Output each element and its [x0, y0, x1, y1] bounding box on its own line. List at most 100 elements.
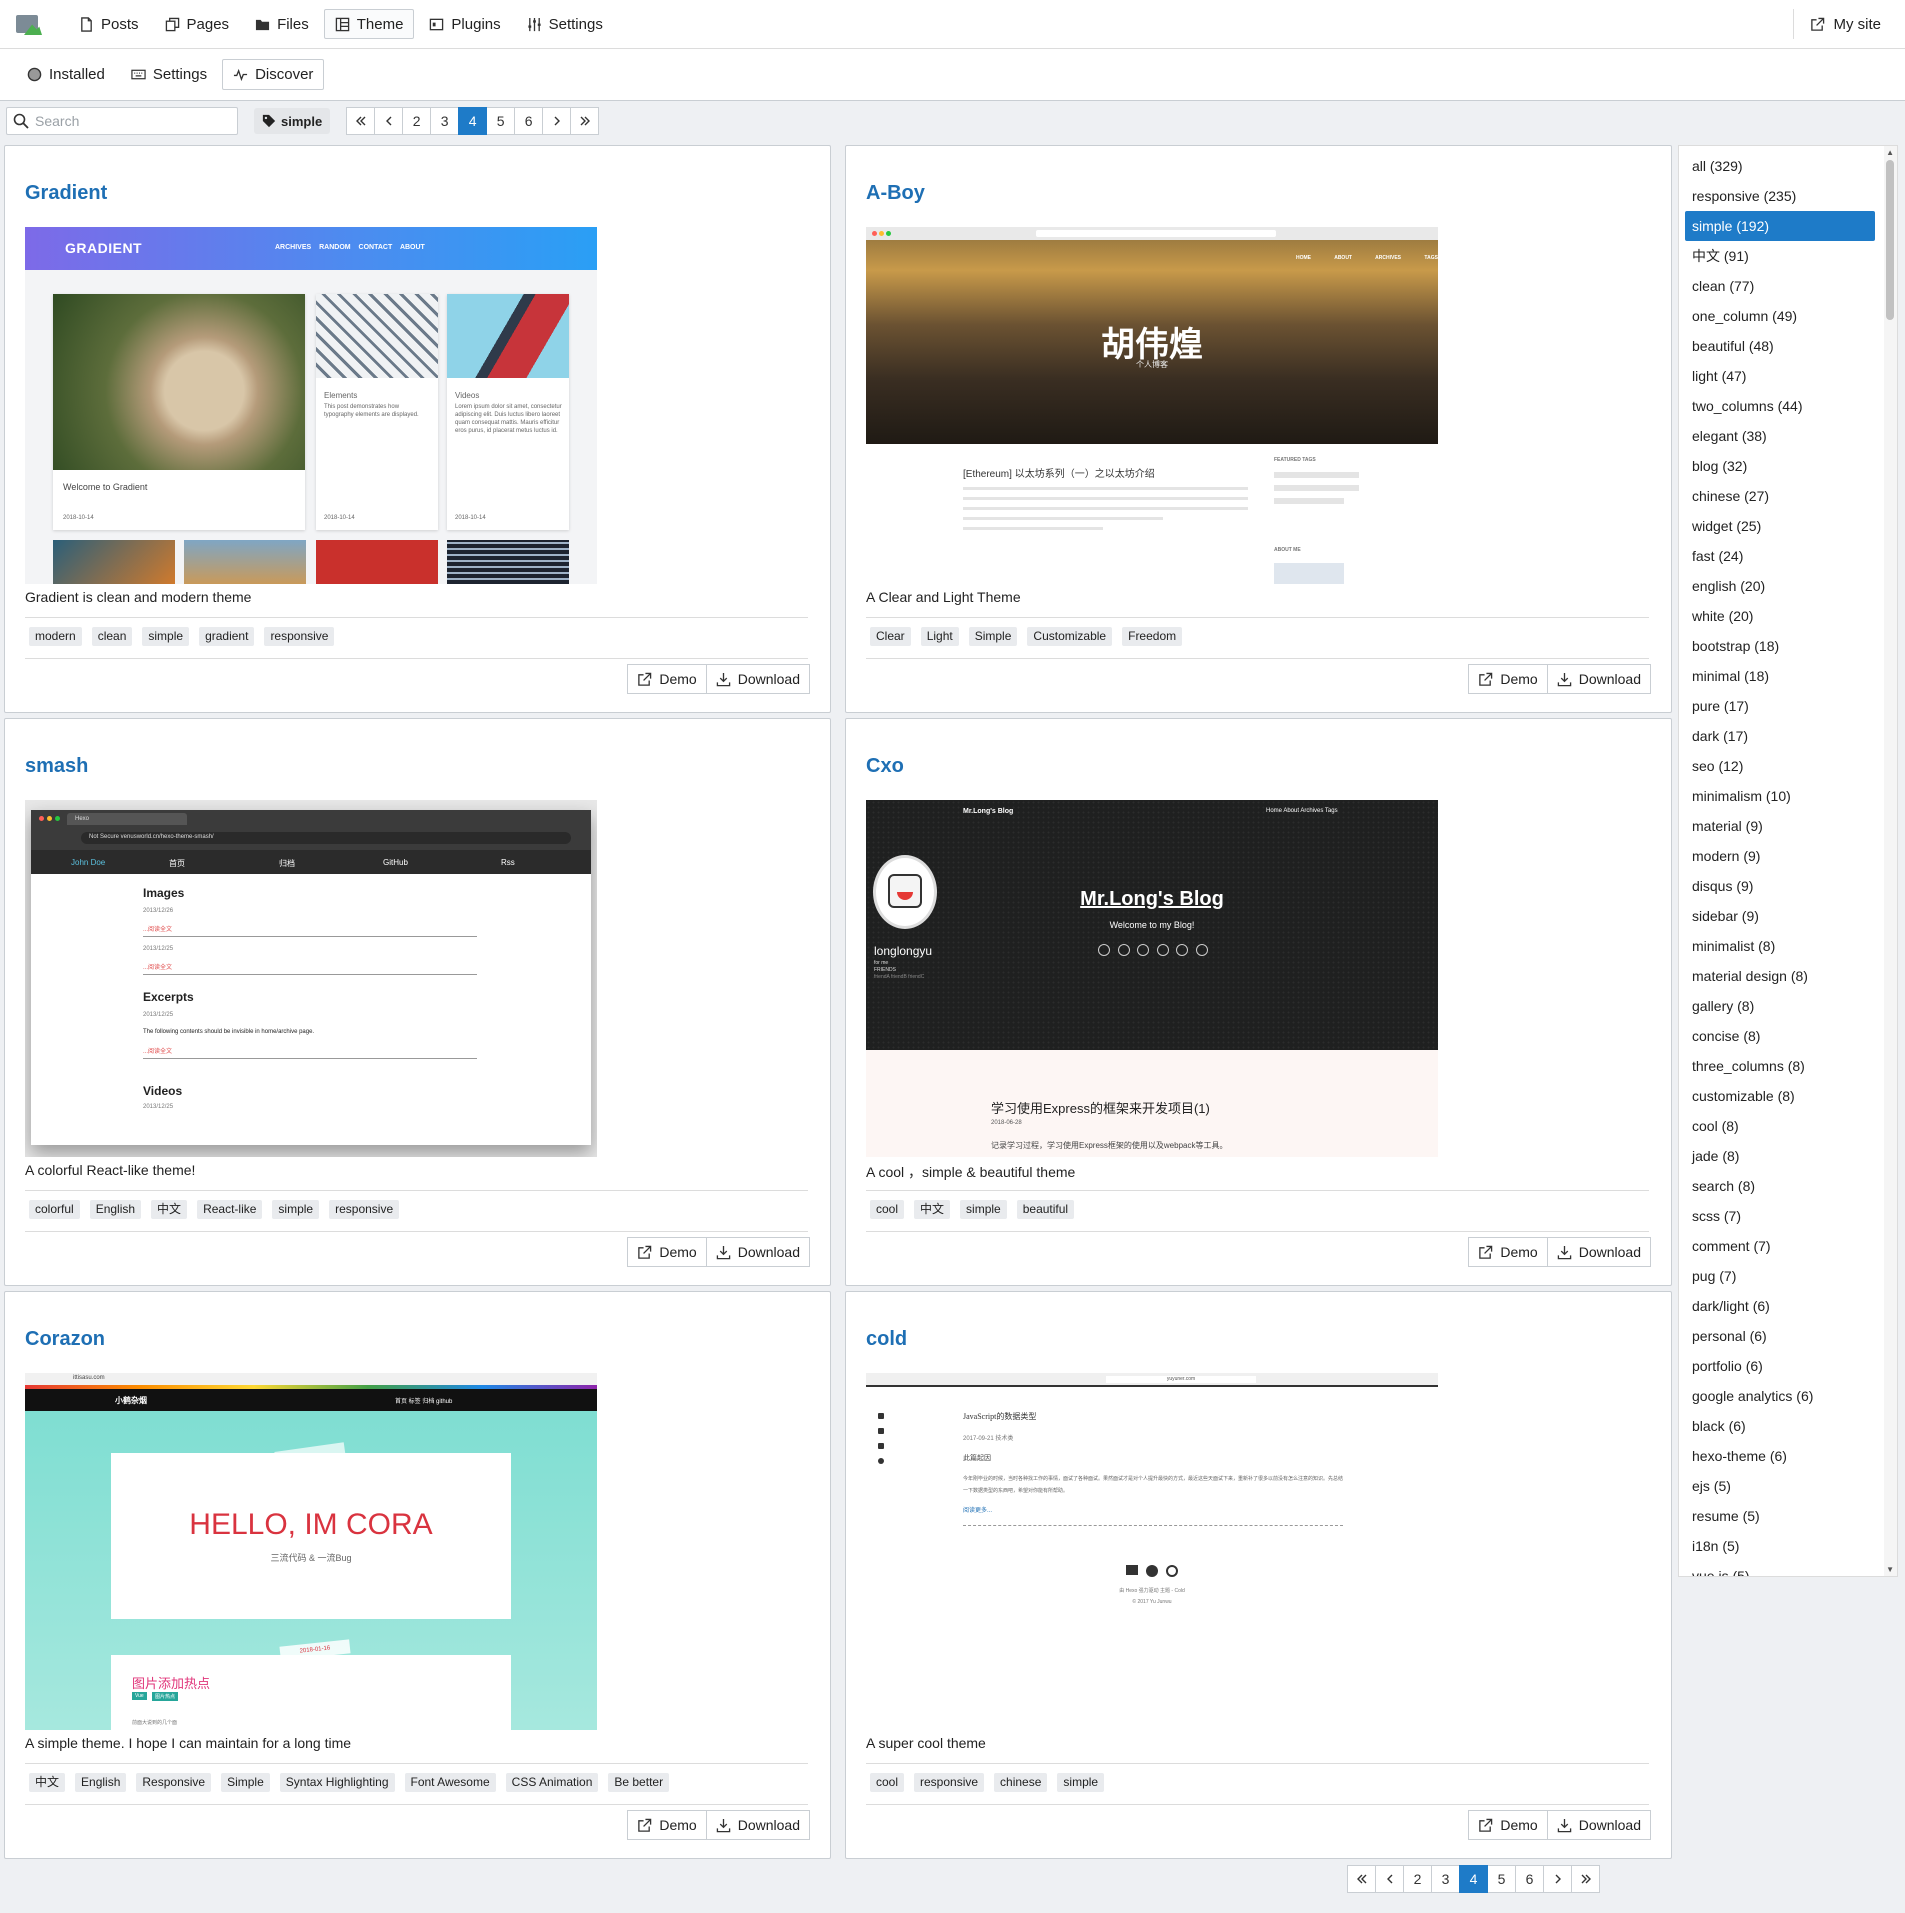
theme-tag[interactable]: responsive	[264, 627, 335, 646]
theme-title[interactable]: A-Boy	[866, 182, 925, 205]
sidebar-tag-item[interactable]: two_columns (44)	[1685, 391, 1875, 421]
sidebar-tag-item[interactable]: pug (7)	[1685, 1261, 1875, 1291]
sidebar-tag-item[interactable]: gallery (8)	[1685, 991, 1875, 1021]
last-page-button[interactable]	[570, 107, 600, 135]
sidebar-tag-item[interactable]: seo (12)	[1685, 751, 1875, 781]
sidebar-tag-item[interactable]: light (47)	[1685, 361, 1875, 391]
sidebar-tag-item[interactable]: i18n (5)	[1685, 1531, 1875, 1561]
sidebar-tag-item[interactable]: concise (8)	[1685, 1021, 1875, 1051]
demo-button[interactable]: Demo	[627, 1237, 707, 1267]
nav-settings[interactable]: Settings	[516, 9, 614, 39]
download-button[interactable]: Download	[705, 664, 810, 694]
theme-tag[interactable]: Font Awesome	[404, 1773, 496, 1792]
theme-tag[interactable]: Responsive	[136, 1773, 212, 1792]
sidebar-tag-item[interactable]: jade (8)	[1685, 1141, 1875, 1171]
subnav-discover[interactable]: Discover	[222, 59, 325, 90]
theme-tag[interactable]: Freedom	[1122, 627, 1183, 646]
demo-button[interactable]: Demo	[1468, 1237, 1548, 1267]
sidebar-tag-item[interactable]: responsive (235)	[1685, 181, 1875, 211]
subnav-installed[interactable]: Installed	[16, 59, 116, 90]
sidebar-tag-item[interactable]: ejs (5)	[1685, 1471, 1875, 1501]
nav-posts[interactable]: Posts	[68, 9, 150, 39]
sidebar-tag-item[interactable]: disqus (9)	[1685, 871, 1875, 901]
sidebar-tag-item[interactable]: minimalist (8)	[1685, 931, 1875, 961]
theme-tag[interactable]: 中文	[29, 1773, 66, 1792]
sidebar-tag-item[interactable]: three_columns (8)	[1685, 1051, 1875, 1081]
theme-tag[interactable]: 中文	[151, 1200, 188, 1219]
sidebar-tag-item[interactable]: black (6)	[1685, 1411, 1875, 1441]
page-button[interactable]: 2	[1403, 1865, 1432, 1893]
theme-tag[interactable]: responsive	[914, 1773, 985, 1792]
sidebar-tag-item[interactable]: bootstrap (18)	[1685, 631, 1875, 661]
nav-pages[interactable]: Pages	[154, 9, 241, 39]
demo-button[interactable]: Demo	[627, 1810, 707, 1840]
sidebar-tag-item[interactable]: white (20)	[1685, 601, 1875, 631]
sidebar-tag-item[interactable]: blog (32)	[1685, 451, 1875, 481]
sidebar-tag-item[interactable]: comment (7)	[1685, 1231, 1875, 1261]
sidebar-tag-item[interactable]: vue.js (5)	[1685, 1561, 1875, 1576]
theme-tag[interactable]: 中文	[914, 1200, 951, 1219]
sidebar-tag-item[interactable]: hexo-theme (6)	[1685, 1441, 1875, 1471]
theme-tag[interactable]: English	[75, 1773, 127, 1792]
theme-tag[interactable]: gradient	[199, 627, 255, 646]
first-page-button[interactable]	[346, 107, 376, 135]
sidebar-tag-item[interactable]: sidebar (9)	[1685, 901, 1875, 931]
sidebar-scrollbar[interactable]	[1884, 146, 1897, 1576]
sidebar-tag-item[interactable]: chinese (27)	[1685, 481, 1875, 511]
search-input[interactable]	[35, 113, 225, 129]
theme-tag[interactable]: Simple	[221, 1773, 270, 1792]
sidebar-tag-item[interactable]: dark/light (6)	[1685, 1291, 1875, 1321]
sidebar-tag-item[interactable]: dark (17)	[1685, 721, 1875, 751]
nav-plugins[interactable]: Plugins	[418, 9, 511, 39]
theme-title[interactable]: cold	[866, 1328, 907, 1351]
page-button[interactable]: 3	[430, 107, 460, 135]
theme-tag[interactable]: simple	[960, 1200, 1007, 1219]
my-site-link[interactable]: My site	[1793, 9, 1881, 39]
theme-tag[interactable]: simple	[142, 627, 190, 646]
sidebar-tag-item[interactable]: modern (9)	[1685, 841, 1875, 871]
page-button[interactable]: 6	[514, 107, 544, 135]
sidebar-tag-item[interactable]: 中文 (91)	[1685, 241, 1875, 271]
theme-tag[interactable]: simple	[1057, 1773, 1105, 1792]
scrollbar-thumb[interactable]	[1886, 160, 1894, 320]
theme-tag[interactable]: Clear	[870, 627, 911, 646]
sidebar-tag-item[interactable]: one_column (49)	[1685, 301, 1875, 331]
first-page-button[interactable]	[1347, 1865, 1376, 1893]
download-button[interactable]: Download	[1546, 1237, 1651, 1267]
theme-tag[interactable]: Light	[920, 627, 959, 646]
sidebar-tag-item[interactable]: fast (24)	[1685, 541, 1875, 571]
sidebar-tag-item[interactable]: elegant (38)	[1685, 421, 1875, 451]
sidebar-tag-item[interactable]: material design (8)	[1685, 961, 1875, 991]
sidebar-tag-item[interactable]: google analytics (6)	[1685, 1381, 1875, 1411]
page-button[interactable]: 5	[1487, 1865, 1516, 1893]
theme-tag[interactable]: cool	[870, 1200, 905, 1219]
sidebar-tag-item[interactable]: clean (77)	[1685, 271, 1875, 301]
page-button[interactable]: 2	[402, 107, 432, 135]
demo-button[interactable]: Demo	[627, 664, 707, 694]
active-tag-filter[interactable]: simple	[254, 108, 331, 134]
sidebar-tag-item[interactable]: english (20)	[1685, 571, 1875, 601]
page-button[interactable]: 5	[486, 107, 516, 135]
sidebar-tag-item[interactable]: cool (8)	[1685, 1111, 1875, 1141]
sidebar-tag-item[interactable]: portfolio (6)	[1685, 1351, 1875, 1381]
page-button[interactable]: 3	[1431, 1865, 1460, 1893]
sidebar-tag-item[interactable]: pure (17)	[1685, 691, 1875, 721]
theme-tag[interactable]: simple	[272, 1200, 320, 1219]
theme-tag[interactable]: cool	[870, 1773, 905, 1792]
theme-tag[interactable]: clean	[91, 627, 133, 646]
theme-tag[interactable]: Simple	[968, 627, 1018, 646]
demo-button[interactable]: Demo	[1468, 1810, 1548, 1840]
demo-button[interactable]: Demo	[1468, 664, 1548, 694]
download-button[interactable]: Download	[705, 1810, 810, 1840]
theme-tag[interactable]: CSS Animation	[505, 1773, 599, 1792]
theme-title[interactable]: Cxo	[866, 755, 904, 778]
scroll-down-icon[interactable]: ▼	[1886, 1565, 1894, 1574]
nav-theme[interactable]: Theme	[323, 9, 415, 39]
theme-title[interactable]: Gradient	[25, 182, 107, 205]
theme-tag[interactable]: Syntax Highlighting	[279, 1773, 395, 1792]
theme-tag[interactable]: modern	[29, 627, 82, 646]
theme-tag[interactable]: beautiful	[1016, 1200, 1075, 1219]
page-button[interactable]: 6	[1515, 1865, 1544, 1893]
download-button[interactable]: Download	[1546, 1810, 1651, 1840]
sidebar-tag-item[interactable]: minimalism (10)	[1685, 781, 1875, 811]
